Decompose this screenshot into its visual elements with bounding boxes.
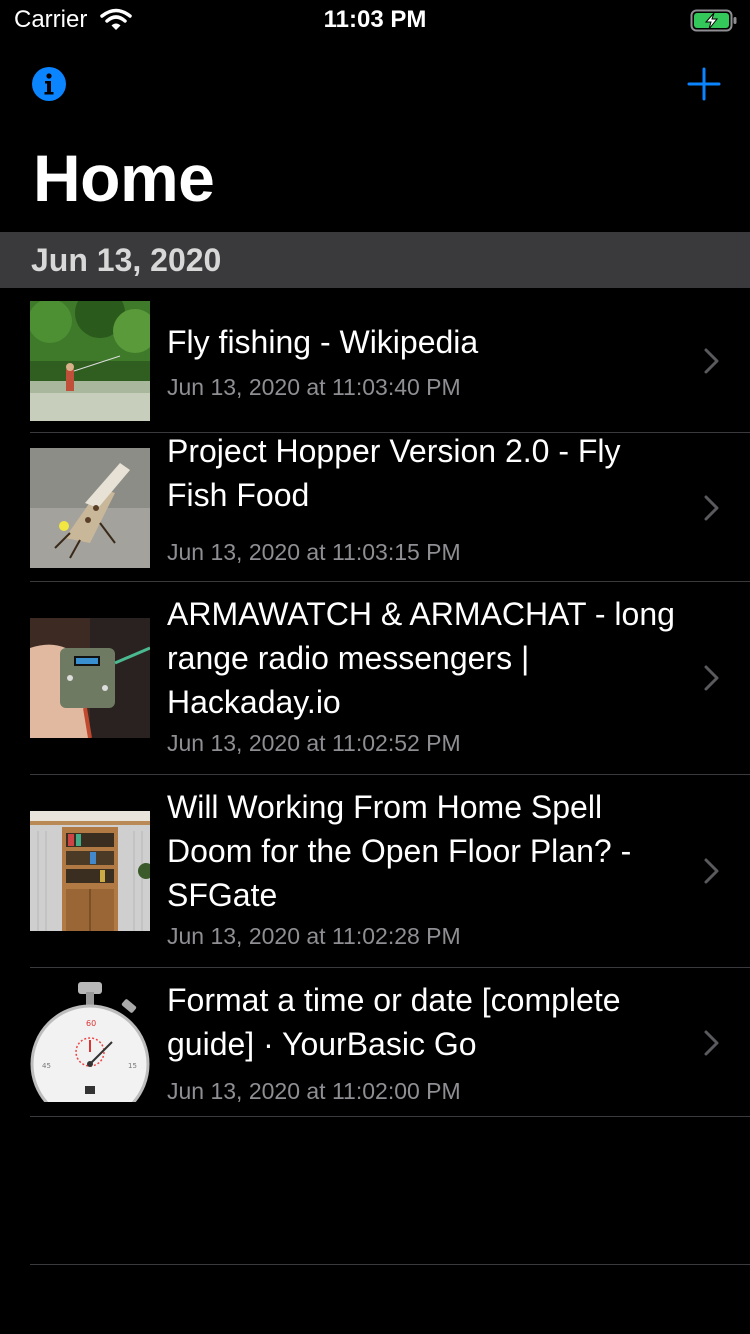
page-title: Home: [33, 141, 215, 215]
list-item[interactable]: Fly fishing - Wikipedia Jun 13, 2020 at …: [0, 288, 750, 433]
list-item[interactable]: ARMAWATCH & ARMACHAT - long range radio …: [0, 582, 750, 775]
item-date: Jun 13, 2020 at 11:03:15 PM: [167, 539, 461, 565]
toolbar-separator: [30, 1264, 750, 1265]
list-item[interactable]: Will Working From Home Spell Doom for th…: [0, 775, 750, 968]
svg-text:45: 45: [42, 1062, 51, 1070]
item-date: Jun 13, 2020 at 11:02:52 PM: [167, 730, 461, 756]
item-title: Format a time or date [complete guide] ·…: [167, 982, 621, 1062]
svg-text:60: 60: [86, 1019, 96, 1028]
add-button[interactable]: [686, 66, 722, 102]
item-title: ARMAWATCH & ARMACHAT - long range radio …: [167, 596, 675, 720]
item-date: Jun 13, 2020 at 11:02:00 PM: [167, 1078, 461, 1104]
chevron-right-icon: [704, 1030, 719, 1056]
bookshelf-thumbnail: [30, 811, 150, 931]
bookmark-list: Fly fishing - Wikipedia Jun 13, 2020 at …: [0, 288, 750, 1117]
status-bar: Carrier 11:03 PM: [0, 0, 750, 40]
chevron-right-icon: [704, 665, 719, 691]
fly-lure-thumbnail: [30, 448, 150, 568]
chevron-right-icon: [704, 495, 719, 521]
item-title: Fly fishing - Wikipedia: [167, 324, 479, 360]
info-icon[interactable]: [31, 66, 67, 102]
stopwatch-thumbnail: 60 45 15: [30, 982, 150, 1102]
row-separator: [30, 1116, 750, 1117]
chevron-right-icon: [704, 858, 719, 884]
item-title: Project Hopper Version 2.0 - Fly Fish Fo…: [167, 433, 621, 513]
chevron-right-icon: [704, 348, 719, 374]
item-date: Jun 13, 2020 at 11:02:28 PM: [167, 923, 461, 949]
svg-text:15: 15: [128, 1062, 137, 1070]
battery-charging-icon: [690, 9, 737, 32]
river-fishing-thumbnail: [30, 301, 150, 421]
section-header-label: Jun 13, 2020: [31, 242, 222, 278]
section-header: Jun 13, 2020: [0, 232, 750, 288]
item-date: Jun 13, 2020 at 11:03:40 PM: [167, 374, 461, 400]
status-time: 11:03 PM: [323, 6, 427, 33]
item-title: Will Working From Home Spell Doom for th…: [167, 789, 632, 913]
list-item[interactable]: 60 45 15 Format a time or date [complete…: [0, 968, 750, 1117]
radio-device-thumbnail: [30, 618, 150, 738]
list-item[interactable]: Project Hopper Version 2.0 - Fly Fish Fo…: [0, 433, 750, 582]
